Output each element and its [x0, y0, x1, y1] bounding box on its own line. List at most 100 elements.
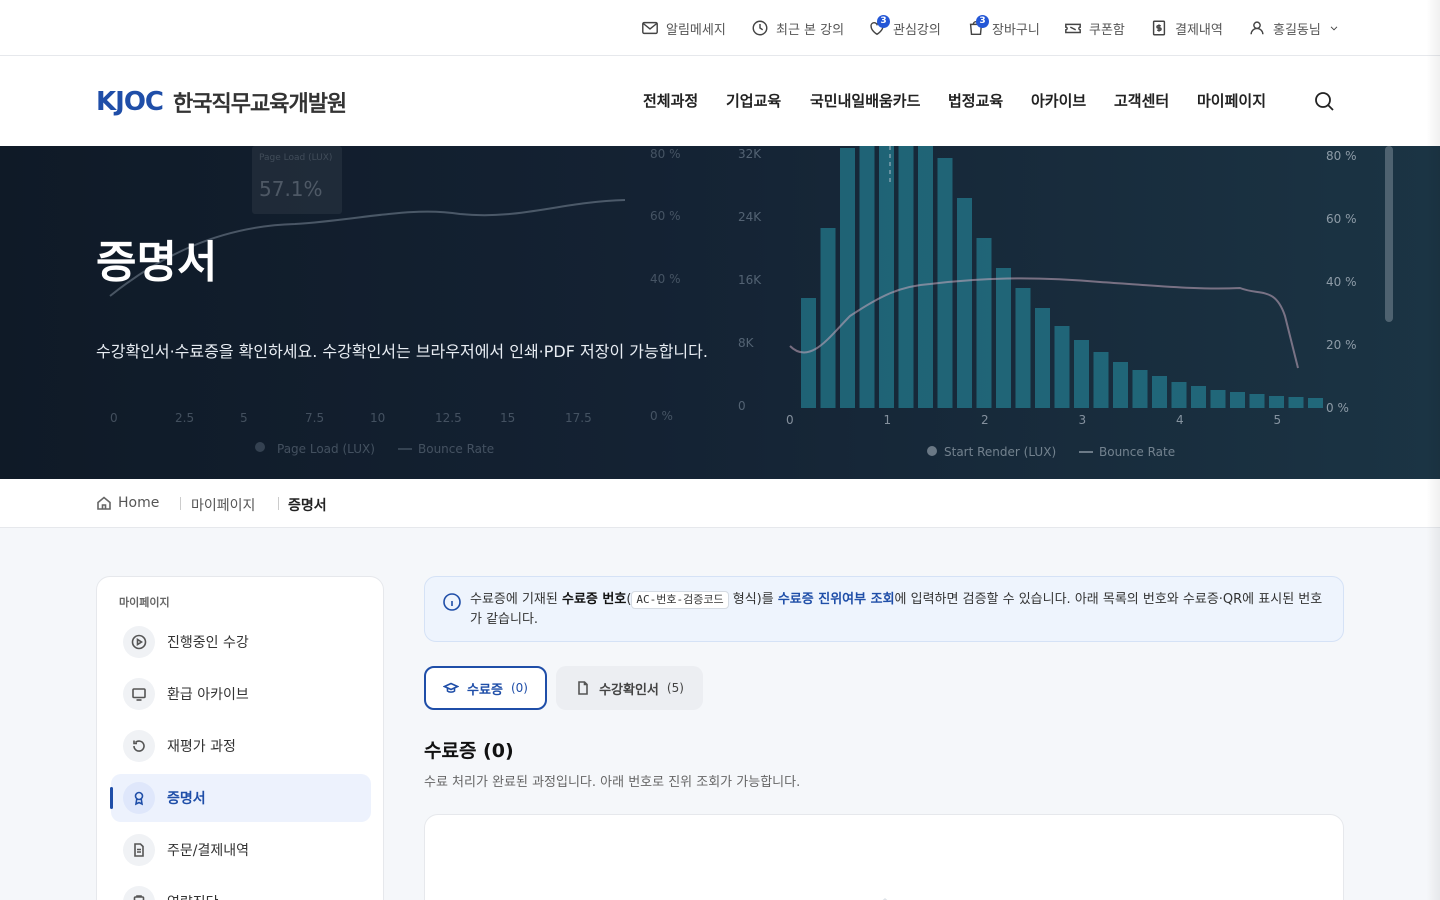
bg-right-y-right-tick: 40 %	[1326, 275, 1357, 289]
receipt-icon	[1152, 20, 1166, 36]
certificate-list-card	[424, 814, 1344, 900]
sidebar-item-label: 역량진단	[167, 892, 219, 900]
bg-histogram-bar	[1191, 386, 1206, 408]
tab-certificates-label: 수료증	[467, 682, 503, 698]
hero-background-chart: 0 2.5 5 7.5 10 12.5 15 17.580 %60 %40 %0 %57.1%…	[109, 146, 1393, 459]
bg-scroll-indicator	[1385, 146, 1393, 322]
nav-national-learning-card[interactable]: 국민내일배움카드	[810, 90, 920, 111]
tab-attendance-confirmations[interactable]: 수강확인서 (5)	[556, 666, 703, 710]
sidebar-item-label: 재평가 과정	[167, 739, 236, 755]
section-description: 수료 처리가 완료된 과정입니다. 아래 번호로 진위 조회가 가능합니다.	[424, 775, 801, 790]
logo-text: 한국직무교육개발원	[173, 92, 347, 117]
bg-left-x-tick: 15	[500, 411, 515, 425]
recent-courses-label: 최근 본 강의	[776, 22, 845, 38]
wishlist-badge: 3	[877, 15, 890, 28]
bg-right-y-left-tick: 8K	[738, 336, 755, 350]
bg-left-legend-dot	[255, 442, 265, 452]
bg-left-x-tick: 7.5	[305, 411, 324, 425]
bg-histogram-bar	[840, 148, 855, 408]
sidebar-item-orders[interactable]: 주문/결제내역	[111, 826, 371, 874]
document-icon	[123, 834, 155, 866]
bg-histogram-bar	[1288, 397, 1304, 408]
bg-right-y-left-tick: 24K	[738, 210, 762, 224]
notification-label: 알림메세지	[666, 22, 726, 38]
bg-histogram-bar	[1054, 326, 1070, 408]
nav-mypage[interactable]: 마이페이지	[1197, 90, 1266, 111]
sidebar-item-refund-archive[interactable]: 환급 아카이브	[111, 670, 371, 718]
tab-certificates-count: (0)	[510, 681, 528, 695]
bg-histogram-bar	[898, 146, 914, 408]
info-icon	[443, 593, 461, 611]
bg-histogram-bar	[859, 146, 875, 408]
award-icon	[123, 782, 155, 814]
sidebar-item-competency[interactable]: 역량진단	[111, 878, 371, 900]
page-title: 증명서	[96, 237, 218, 288]
sidebar-item-label: 환급 아카이브	[167, 687, 249, 703]
clock-icon	[752, 20, 768, 36]
breadcrumb-mypage[interactable]: 마이페이지	[191, 495, 255, 515]
search-button[interactable]	[1313, 90, 1335, 112]
nav-legal-education[interactable]: 법정교육	[948, 90, 1003, 111]
bg-right-x-tick: 0	[786, 413, 794, 427]
bg-histogram-bar	[1210, 390, 1226, 408]
mail-icon	[642, 21, 658, 35]
payment-history-link[interactable]: 결제내역	[1150, 17, 1223, 39]
coupon-link[interactable]: 쿠폰함	[1064, 17, 1125, 39]
bg-histogram-bar	[879, 146, 894, 408]
mypage-sidebar: 마이페이지 진행중인 수강 환급 아카이브 재평가 과정 증명서 주문/결제내역…	[96, 576, 384, 900]
bg-left-y-tick: 40 %	[650, 272, 681, 286]
breadcrumb: Home 마이페이지 증명서	[0, 479, 1440, 528]
bg-right-legend-dot	[927, 446, 937, 456]
wishlist-label: 관심강의	[893, 22, 941, 38]
bg-left-callout-value: 57.1%	[259, 177, 323, 201]
coupon-label: 쿠폰함	[1089, 22, 1125, 38]
bg-right-legend-label: Bounce Rate	[1099, 445, 1175, 459]
bg-left-x-tick: 10	[370, 411, 385, 425]
search-icon	[1315, 92, 1334, 111]
bg-left-x-tick: 5	[240, 411, 248, 425]
bg-right-x-tick: 1	[884, 413, 892, 427]
nav-corporate-education[interactable]: 기업교육	[726, 90, 781, 111]
bg-histogram-bar	[1074, 340, 1089, 408]
breadcrumb-home[interactable]: Home	[96, 495, 159, 511]
site-logo[interactable]: KJOC 한국직무교육개발원	[96, 86, 347, 118]
recent-courses-link[interactable]: 최근 본 강의	[751, 17, 844, 39]
breadcrumb-home-label: Home	[118, 495, 160, 511]
bg-right-legend-line	[1079, 451, 1093, 453]
bg-left-x-tick: 2.5	[175, 411, 194, 425]
bg-histogram-bar	[1230, 392, 1245, 408]
section-title: 수료증 (0)	[424, 740, 514, 762]
bg-left-x-tick: 12.5	[435, 411, 462, 425]
bg-left-callout-label: Page Load (LUX)	[259, 153, 332, 163]
play-icon	[123, 626, 155, 658]
bg-right-legend-label: Start Render (LUX)	[944, 445, 1056, 459]
bg-histogram-bar	[1113, 362, 1128, 408]
breadcrumb-current: 증명서	[288, 498, 327, 514]
certificate-info-notice: 수료증에 기재된 수료증 번호(AC-번호-검증코드 형식)를 수료증 진위여부…	[424, 576, 1344, 642]
bg-histogram-bar	[1015, 288, 1031, 408]
payment-history-label: 결제내역	[1175, 22, 1223, 38]
verify-certificate-link[interactable]: 수료증 진위여부 조회	[778, 592, 895, 607]
sidebar-item-reevaluation[interactable]: 재평가 과정	[111, 722, 371, 770]
bg-right-x-tick: 5	[1274, 413, 1282, 427]
nav-archive[interactable]: 아카이브	[1031, 90, 1086, 111]
breadcrumb-separator	[180, 497, 181, 510]
code-format-chip: AC-번호-검증코드	[631, 591, 729, 609]
breadcrumb-separator	[278, 497, 279, 510]
user-menu[interactable]: 홍길동님	[1248, 17, 1340, 39]
cart-link[interactable]: 3 장바구니	[967, 15, 1040, 39]
nav-all-courses[interactable]: 전체과정	[643, 90, 698, 111]
wishlist-link[interactable]: 3 관심강의	[868, 15, 941, 39]
page-description: 수강확인서·수료증을 확인하세요. 수강확인서는 브라우저에서 인쇄·PDF 저…	[96, 342, 708, 361]
bg-histogram-bar	[918, 146, 933, 408]
bg-left-y-tick: 60 %	[650, 209, 681, 223]
bg-right-x-tick: 2	[981, 413, 989, 427]
bg-right-x-tick: 4	[1176, 413, 1184, 427]
sidebar-item-certificates[interactable]: 증명서	[111, 774, 371, 822]
info-text-part: 수료증에 기재된	[470, 592, 562, 607]
tab-certificates[interactable]: 수료증 (0)	[424, 666, 547, 710]
sidebar-item-in-progress[interactable]: 진행중인 수강	[111, 618, 371, 666]
bg-histogram-bar	[957, 198, 972, 408]
nav-customer-center[interactable]: 고객센터	[1114, 90, 1169, 111]
notification-link[interactable]: 알림메세지	[641, 17, 726, 39]
